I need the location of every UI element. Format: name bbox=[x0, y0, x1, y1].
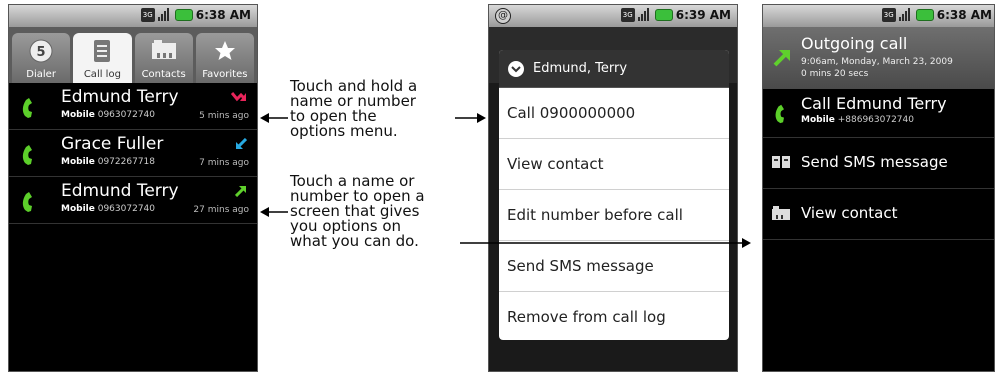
arrow-right-to-phone2 bbox=[455, 113, 486, 123]
pointer-arrows bbox=[260, 113, 751, 248]
arrow-right-to-phone3 bbox=[460, 238, 751, 248]
arrow-left-to-phone1-bottom bbox=[260, 207, 288, 217]
arrow-left-to-phone1-top bbox=[260, 113, 288, 123]
